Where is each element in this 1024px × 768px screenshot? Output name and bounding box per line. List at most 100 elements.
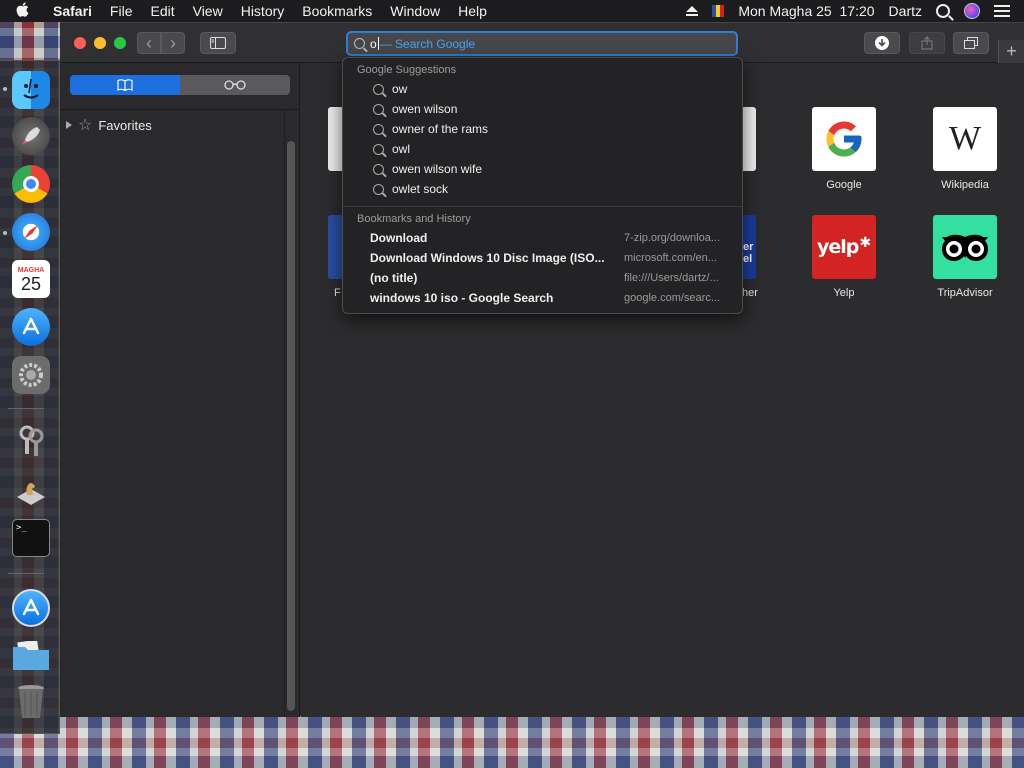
wikipedia-logo-icon: W [948, 120, 982, 157]
disclosure-triangle-icon[interactable] [66, 121, 72, 129]
share-button[interactable] [909, 32, 945, 54]
suggestion-item[interactable]: owen wilson wife [373, 162, 482, 176]
menu-edit[interactable]: Edit [141, 3, 183, 19]
favorite-tripadvisor[interactable] [933, 215, 997, 279]
suggestion-item[interactable]: owen wilson [373, 102, 457, 116]
chess-icon[interactable] [12, 471, 50, 509]
google-suggestions-header: Google Suggestions [357, 64, 457, 76]
user-name[interactable]: Dartz [889, 3, 922, 19]
sidebar-scrollbar[interactable] [287, 141, 295, 711]
history-item[interactable]: Download Windows 10 Disc Image (ISO... mi… [370, 251, 730, 265]
address-input[interactable]: o [370, 37, 377, 51]
history-url: microsoft.com/en... [624, 252, 717, 264]
dock: MAGHA 25 >_ [0, 60, 60, 734]
forward-button[interactable]: › [161, 32, 185, 54]
menu-view[interactable]: View [184, 3, 232, 19]
favorite-tile-hidden[interactable]: er el [742, 215, 756, 279]
download-icon [875, 36, 889, 50]
history-item[interactable]: (no title) file:///Users/dartz/... [370, 271, 730, 285]
trash-icon[interactable] [12, 683, 50, 721]
menu-file[interactable]: File [101, 3, 142, 19]
running-indicator [3, 231, 7, 235]
folder-icon[interactable] [12, 637, 50, 675]
apple-menu-icon[interactable] [0, 1, 44, 21]
system-preferences-icon[interactable] [12, 356, 50, 394]
search-icon [373, 163, 384, 175]
favorite-google-label: Google [826, 179, 862, 191]
back-button[interactable]: ‹ [137, 32, 161, 54]
search-icon[interactable] [936, 4, 950, 18]
datetime[interactable]: Mon Magha 25 17:20 [738, 3, 874, 19]
yelp-logo-icon: yelp [816, 236, 859, 258]
siri-icon[interactable] [964, 3, 980, 19]
star-icon: ☆ [78, 117, 93, 134]
history-item[interactable]: Download 7-zip.org/downloa... [370, 231, 730, 245]
terminal-icon[interactable]: >_ [12, 519, 50, 557]
menu-window[interactable]: Window [381, 3, 449, 19]
downloads-button[interactable] [864, 32, 900, 54]
search-icon [354, 38, 365, 49]
favorite-tile-hidden-text: er el [743, 241, 754, 265]
menu-safari[interactable]: Safari [44, 3, 101, 19]
bookmarks-history-header: Bookmarks and History [357, 213, 471, 225]
search-icon [373, 123, 384, 135]
favorite-wikipedia[interactable]: W [933, 107, 997, 171]
history-title: Download [370, 231, 428, 245]
zoom-window-button[interactable] [114, 37, 126, 49]
menu-bookmarks[interactable]: Bookmarks [293, 3, 381, 19]
sidebar-toggle-button[interactable] [200, 32, 236, 54]
new-tab-button[interactable]: + [998, 40, 1024, 63]
favorite-tripadvisor-label: TripAdvisor [937, 287, 993, 299]
suggestion-text: owen wilson wife [392, 162, 483, 176]
flag-icon[interactable] [712, 5, 725, 17]
calendar-month: MAGHA [17, 266, 45, 274]
address-bar[interactable]: o — Search Google [346, 31, 738, 56]
favorite-label-partial: her [742, 287, 758, 299]
running-indicator [3, 87, 7, 91]
tabs-icon [964, 37, 978, 49]
minimize-window-button[interactable] [94, 37, 106, 49]
favorites-label: Favorites [98, 117, 152, 133]
control-center-icon[interactable] [994, 5, 1010, 17]
favorite-google[interactable] [812, 107, 876, 171]
menu-help[interactable]: Help [449, 3, 496, 19]
dock-separator [8, 408, 44, 409]
search-completion-hint: — Search Google [379, 36, 476, 51]
tab-overview-button[interactable] [953, 32, 989, 54]
favorite-wikipedia-label: Wikipedia [941, 179, 989, 191]
finder-icon[interactable] [12, 71, 50, 109]
bookmarks-tab[interactable] [70, 75, 180, 95]
history-item[interactable]: windows 10 iso - Google Search google.com… [370, 291, 730, 305]
calendar-icon[interactable]: MAGHA 25 [12, 260, 50, 298]
menu-history[interactable]: History [232, 3, 294, 19]
launchpad-icon[interactable] [12, 117, 50, 155]
favorite-label-partial: F [334, 287, 341, 299]
history-title: windows 10 iso - Google Search [370, 291, 554, 305]
glasses-icon [224, 80, 246, 90]
dock-separator [8, 573, 44, 574]
history-url: file:///Users/dartz/... [624, 272, 719, 284]
history-title: (no title) [370, 271, 418, 285]
suggestion-item[interactable]: owner of the rams [373, 122, 488, 136]
app-store-downloads-icon[interactable] [12, 589, 50, 627]
suggestion-item[interactable]: owl [373, 142, 410, 156]
calendar-day: 25 [20, 273, 42, 294]
eject-icon[interactable] [686, 6, 699, 16]
terminal-prompt: >_ [16, 523, 27, 533]
favorite-yelp[interactable]: yelp ✱ [812, 215, 876, 279]
suggestion-text: owlet sock [392, 182, 449, 196]
dropdown-divider [343, 206, 742, 207]
close-window-button[interactable] [74, 37, 86, 49]
suggestion-text: owl [392, 142, 411, 156]
reading-list-tab[interactable] [180, 75, 290, 95]
keychain-icon[interactable] [12, 422, 50, 460]
favorite-tile-hidden[interactable] [742, 107, 756, 171]
sidebar-column-divider [284, 109, 285, 717]
app-store-icon[interactable] [12, 308, 50, 346]
sidebar: ☆ Favorites [60, 63, 300, 717]
favorites-folder[interactable]: ☆ Favorites [66, 115, 152, 135]
suggestion-item[interactable]: ow [373, 82, 407, 96]
safari-icon[interactable] [12, 213, 50, 251]
chrome-icon[interactable] [12, 165, 50, 203]
suggestion-item[interactable]: owlet sock [373, 182, 448, 196]
